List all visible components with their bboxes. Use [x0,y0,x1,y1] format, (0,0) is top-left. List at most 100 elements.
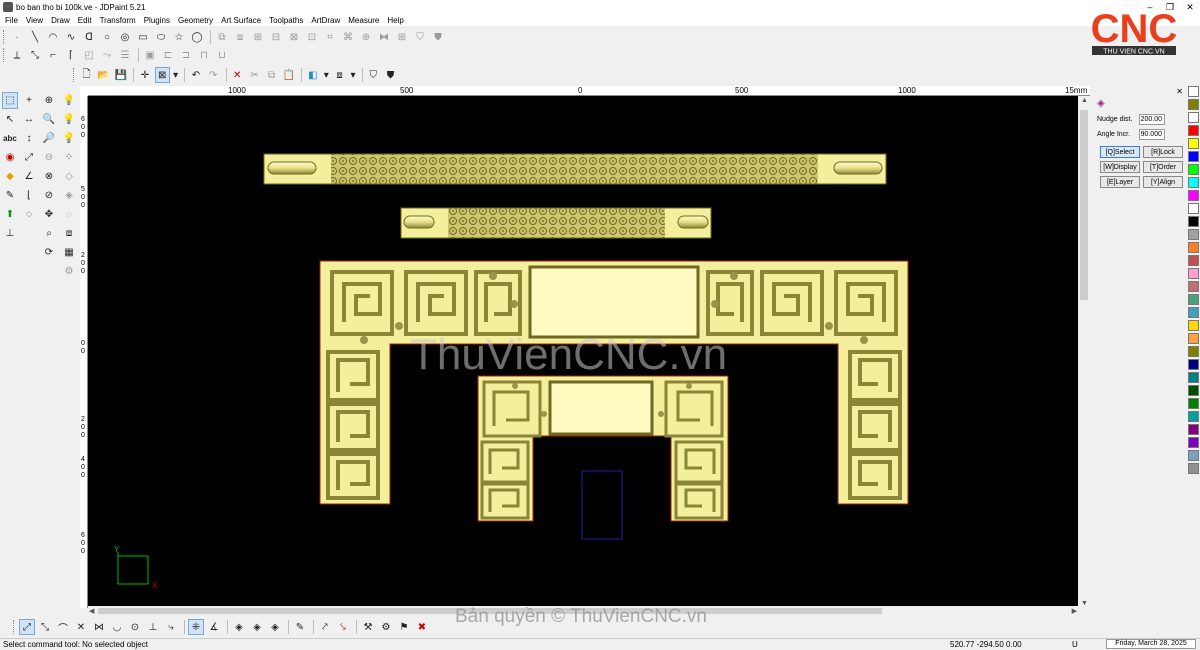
snap-tangent-icon[interactable]: ◡ [109,619,125,635]
point-icon[interactable]: · [9,29,25,45]
fillet-icon[interactable]: ⌗ [322,29,338,45]
color-swatch[interactable] [1188,177,1199,188]
corner-icon[interactable]: ⌐ [45,47,61,63]
lasso-icon[interactable]: ◌ [21,206,37,223]
snap-near-icon[interactable]: ⤷ [163,619,179,635]
corner2-icon[interactable]: ⌈ [63,47,79,63]
cancel-icon[interactable]: ✖ [414,619,430,635]
snap-cross-icon[interactable]: ✕ [73,619,89,635]
menu-artdraw[interactable]: ArtDraw [308,16,345,25]
chevron-down-icon[interactable]: ▾ [349,67,357,83]
color-swatch[interactable] [1188,151,1199,162]
zoom-out-icon[interactable]: 🔎 [41,130,57,147]
menu-toolpaths[interactable]: Toolpaths [266,16,308,25]
extend-icon[interactable]: ⊕ [358,29,374,45]
blue-selection-box[interactable] [581,470,623,540]
color-swatch[interactable] [1188,242,1199,253]
align-icon[interactable]: ☰ [117,47,133,63]
bulb-icon[interactable]: 💡 [61,92,77,109]
polygon-icon[interactable]: ◯ [189,29,205,45]
horizontal-scrollbar[interactable]: ◀ ▶ [88,606,1078,616]
snap-line-icon[interactable]: ⤢ [19,619,35,635]
pan-icon[interactable]: ✥ [41,206,57,223]
paste-icon[interactable]: 📋 [281,67,296,83]
tool-c-icon[interactable]: ⚑ [396,619,412,635]
drawing-canvas[interactable]: Y X [88,96,1078,608]
refresh-icon[interactable]: ⟳ [41,244,57,261]
curve-edit-icon[interactable]: ⤳ [99,47,115,63]
split-icon[interactable]: ⊐ [178,47,194,63]
fill-icon[interactable]: ◆ [2,168,18,185]
top-rail-relief[interactable] [263,153,887,185]
redo-icon[interactable]: ↷ [206,67,221,83]
trim-icon[interactable]: ⊟ [268,29,284,45]
shield-a-icon[interactable]: ⛉ [366,67,381,83]
ungroup-icon[interactable]: ⧈ [232,29,248,45]
shield-icon[interactable]: ⛉ [412,29,428,45]
menu-draw[interactable]: Draw [48,16,75,25]
star-icon[interactable]: ☆ [171,29,187,45]
align-button[interactable]: [Y]Align [1143,176,1183,188]
color-swatch[interactable] [1188,359,1199,370]
zoom-select-icon[interactable]: ⊘ [41,187,57,204]
menu-view[interactable]: View [23,16,48,25]
color-swatch[interactable] [1188,125,1199,136]
scroll-left-icon[interactable]: ◀ [89,607,94,615]
color-swatch[interactable] [1188,424,1199,435]
save-icon[interactable]: 💾 [113,67,128,83]
select-box-icon[interactable]: ⊠ [154,67,170,83]
chamfer-icon[interactable]: ⌘ [340,29,356,45]
arc-icon[interactable]: ◠ [45,29,61,45]
unlink-icon[interactable]: ⊔ [214,47,230,63]
trim-tool-icon[interactable]: ⟂ [9,47,25,63]
angle-dim-icon[interactable]: ∠ [21,168,37,185]
angle-input[interactable]: 90.000 [1139,128,1165,140]
menu-edit[interactable]: Edit [75,16,97,25]
line-icon[interactable]: ╲ [27,29,43,45]
green-arrow-icon[interactable]: ⬆ [2,206,18,223]
pick-icon[interactable]: ⤤ [317,619,333,635]
offset-icon[interactable]: ⊞ [250,29,266,45]
cut-icon[interactable]: ✂ [247,67,262,83]
zoom-all-icon[interactable]: ⊗ [41,168,57,185]
scroll-right-icon[interactable]: ▶ [1072,607,1077,615]
color-swatch[interactable] [1188,463,1199,474]
menu-plugins[interactable]: Plugins [141,16,175,25]
shield-b-icon[interactable]: ⛊ [383,67,398,83]
scroll-up-icon[interactable]: ▲ [1081,97,1088,104]
color-swatch[interactable] [1188,398,1199,409]
color-icon[interactable]: ◧ [305,67,320,83]
chevron-down-icon[interactable]: ▾ [172,67,180,83]
menu-art-surface[interactable]: Art Surface [218,16,266,25]
pick-x-icon[interactable]: ⤥ [335,619,351,635]
color-swatch[interactable] [1188,281,1199,292]
display-button[interactable]: [W]Display [1100,161,1140,173]
node-a-icon[interactable]: ◈ [231,619,247,635]
vertical-scroll-thumb[interactable] [1080,110,1088,300]
edit-node-icon[interactable]: ✎ [292,619,308,635]
link-icon[interactable]: ⊓ [196,47,212,63]
box-icon[interactable]: ⧈ [61,225,77,242]
break-icon[interactable]: ⊡ [304,29,320,45]
diamond2-icon[interactable]: ◈ [61,187,77,204]
color-swatch[interactable] [1188,138,1199,149]
layers-icon[interactable]: ⁘ [61,149,77,166]
array-icon[interactable]: ⊞ [394,29,410,45]
group-icon[interactable]: ⧉ [214,29,230,45]
color-swatch[interactable] [1188,216,1199,227]
snap-end-icon[interactable]: ⤡ [37,619,53,635]
color-swatch[interactable] [1188,203,1199,214]
join-icon[interactable]: ⊠ [286,29,302,45]
order-button[interactable]: [T]Order [1143,161,1183,173]
color-swatch[interactable] [1188,190,1199,201]
tool-a-icon[interactable]: ⚒ [360,619,376,635]
zoom-prev-icon[interactable]: ⊖ [41,149,57,166]
zoom-window-icon[interactable]: ⊕ [41,92,57,109]
snap-mid-icon[interactable]: ⋈ [91,619,107,635]
blank-icon[interactable]: ◌ [61,206,77,223]
grid-icon[interactable]: ▦ [61,244,77,261]
color-swatch[interactable] [1188,437,1199,448]
snap-perp-icon[interactable]: ⊥ [145,619,161,635]
menu-file[interactable]: File [2,16,23,25]
scroll-down-icon[interactable]: ▼ [1081,600,1088,607]
